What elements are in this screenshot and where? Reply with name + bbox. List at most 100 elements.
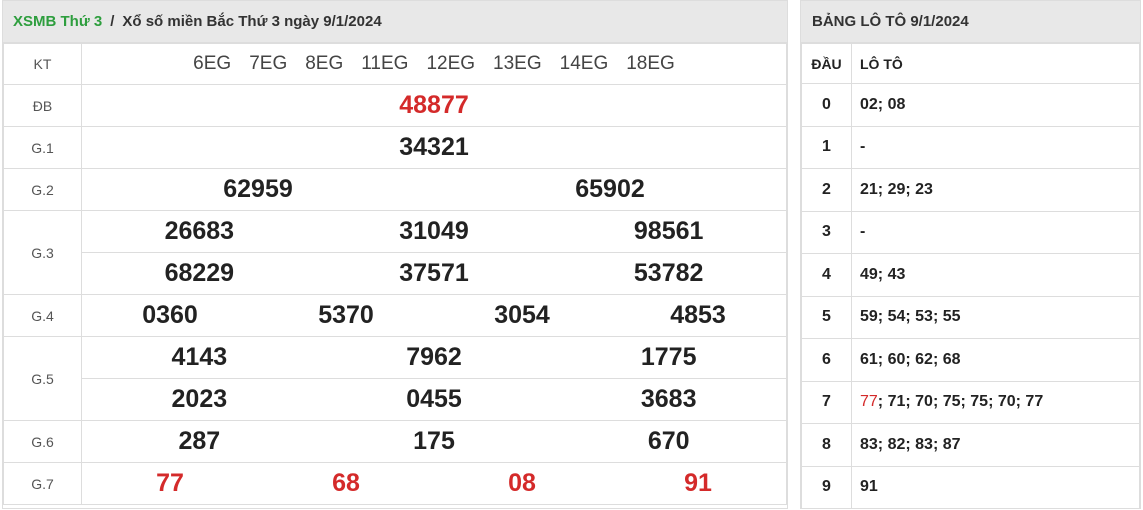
kt-code: 6EG <box>193 53 232 74</box>
prize-number: 31049 <box>399 217 469 245</box>
prize-number: 3683 <box>640 385 697 413</box>
prize-number: 91 <box>684 469 712 497</box>
kt-row: KT 6EG 7EG 8EG 11EG 12EG 13EG 14EG 18EG <box>3 43 787 85</box>
loto-values: 91 <box>851 465 1140 509</box>
prize-row-g2: G.2 62959 65902 <box>3 168 787 211</box>
kt-code: 11EG <box>361 53 409 74</box>
kt-code: 18EG <box>626 53 675 74</box>
prize-number: 4143 <box>171 343 228 371</box>
loto-values: 21; 29; 23 <box>851 168 1140 212</box>
loto-values: - <box>851 125 1140 169</box>
prize-number: 4853 <box>670 301 726 329</box>
prize-number: 62959 <box>223 175 293 203</box>
prize-number: 53782 <box>633 259 704 287</box>
loto-dau: 2 <box>801 168 852 212</box>
loto-row: 4 49; 43 <box>801 253 1140 297</box>
loto-row: 5 59; 54; 53; 55 <box>801 295 1140 339</box>
loto-values: 59; 54; 53; 55 <box>851 295 1140 339</box>
loto-dau: 6 <box>801 338 852 382</box>
kt-code: 14EG <box>559 53 609 74</box>
results-table: KT 6EG 7EG 8EG 11EG 12EG 13EG 14EG 18EG … <box>3 43 787 505</box>
prize-label: G.7 <box>3 462 82 505</box>
loto-row: 6 61; 60; 62; 68 <box>801 338 1140 382</box>
prize-row-g6: G.6 287 175 670 <box>3 420 787 463</box>
breadcrumb-separator: / <box>110 13 115 30</box>
prize-number: 5370 <box>318 301 374 329</box>
loto-value-highlight: 77 <box>860 393 878 411</box>
loto-row: 8 83; 82; 83; 87 <box>801 423 1140 467</box>
col-header-loto: LÔ TÔ <box>851 43 1140 84</box>
loto-row: 9 91 <box>801 465 1140 509</box>
loto-title: BẢNG LÔ TÔ 9/1/2024 <box>801 1 1140 43</box>
prize-row-g3b: 68229 37571 53782 <box>4 252 787 295</box>
prize-number: 37571 <box>399 259 469 287</box>
loto-header-row: ĐẦU LÔ TÔ <box>801 43 1140 84</box>
prize-number: 26683 <box>164 217 235 245</box>
prize-number: 175 <box>413 427 455 455</box>
loto-table: ĐẦU LÔ TÔ 0 02; 08 1- 2 21; 29; 23 3- 4 49;… <box>801 43 1140 509</box>
prize-number: 68 <box>332 469 360 497</box>
prize-row-g1: G.1 34321 <box>3 126 787 169</box>
breadcrumb-link-xsmb[interactable]: XSMB Thứ 3 <box>13 13 102 30</box>
loto-values: - <box>851 210 1140 254</box>
loto-values: 02; 08 <box>851 83 1140 127</box>
prize-label: G.1 <box>3 126 82 169</box>
kt-label: KT <box>3 43 82 85</box>
prize-number: 98561 <box>633 217 704 245</box>
prize-number: 670 <box>647 427 690 455</box>
loto-dau: 1 <box>801 125 852 169</box>
prize-number: 0360 <box>142 301 198 329</box>
col-header-dau: ĐẦU <box>801 43 852 84</box>
prize-label: G.5 <box>3 336 82 421</box>
loto-values: 61; 60; 62; 68 <box>851 338 1140 382</box>
prize-label: ĐB <box>3 84 82 127</box>
loto-values: 49; 43 <box>851 253 1140 297</box>
prize-number: 08 <box>508 469 536 497</box>
loto-row: 3- <box>801 210 1140 254</box>
kt-code: 13EG <box>493 53 542 74</box>
loto-values: 83; 82; 83; 87 <box>851 423 1140 467</box>
prize-number: 77 <box>156 469 184 497</box>
prize-number: 68229 <box>164 259 235 287</box>
loto-dau: 8 <box>801 423 852 467</box>
prize-label: G.4 <box>3 294 82 337</box>
loto-row: 7 77; 71; 70; 75; 75; 70; 77 <box>801 380 1140 424</box>
loto-dau: 5 <box>801 295 852 339</box>
prize-label: G.2 <box>3 168 82 211</box>
prize-number: 287 <box>178 427 221 455</box>
prize-label: G.3 <box>3 210 82 295</box>
prize-number: 7962 <box>406 343 462 371</box>
loto-row: 0 02; 08 <box>801 83 1140 127</box>
loto-dau: 3 <box>801 210 852 254</box>
prize-number: 0455 <box>406 385 462 413</box>
prize-row-g3a: G.3 26683 31049 98561 <box>3 210 787 295</box>
prize-label: G.6 <box>3 420 82 463</box>
loto-dau: 7 <box>801 380 852 424</box>
prize-number: 3054 <box>494 301 550 329</box>
loto-dau: 0 <box>801 83 852 127</box>
loto-panel: BẢNG LÔ TÔ 9/1/2024 ĐẦU LÔ TÔ 0 02; 08 1-… <box>800 0 1141 509</box>
prize-row-db: ĐB 48877 <box>3 84 787 127</box>
prize-row-g5b: 2023 0455 3683 <box>4 378 787 421</box>
prize-row-g4: G.4 0360 5370 3054 4853 <box>3 294 787 337</box>
kt-code: 8EG <box>305 53 344 74</box>
loto-value-rest: ; 71; 70; 75; 75; 70; 77 <box>877 393 1044 411</box>
loto-dau: 9 <box>801 465 852 509</box>
loto-row: 1- <box>801 125 1140 169</box>
prize-number: 2023 <box>171 385 228 413</box>
prize-row-g7: G.7 77 68 08 91 <box>3 462 787 505</box>
loto-values: 77; 71; 70; 75; 75; 70; 77 <box>851 380 1140 424</box>
results-panel: XSMB Thứ 3 / Xổ số miền Bắc Thứ 3 ngày 9… <box>2 0 788 509</box>
kt-code: 12EG <box>426 53 476 74</box>
kt-codes: 6EG 7EG 8EG 11EG 12EG 13EG 14EG 18EG <box>82 53 786 75</box>
prize-number: 1775 <box>640 343 697 371</box>
loto-dau: 4 <box>801 253 852 297</box>
kt-code: 7EG <box>249 53 288 74</box>
prize-number-db: 48877 <box>399 91 469 119</box>
prize-number: 65902 <box>575 175 645 203</box>
prize-row-g5a: G.5 4143 7962 1775 <box>3 336 787 421</box>
prize-number: 34321 <box>399 133 469 161</box>
loto-row: 2 21; 29; 23 <box>801 168 1140 212</box>
page-title: Xổ số miền Bắc Thứ 3 ngày 9/1/2024 <box>122 13 382 30</box>
results-header: XSMB Thứ 3 / Xổ số miền Bắc Thứ 3 ngày 9… <box>3 1 787 43</box>
